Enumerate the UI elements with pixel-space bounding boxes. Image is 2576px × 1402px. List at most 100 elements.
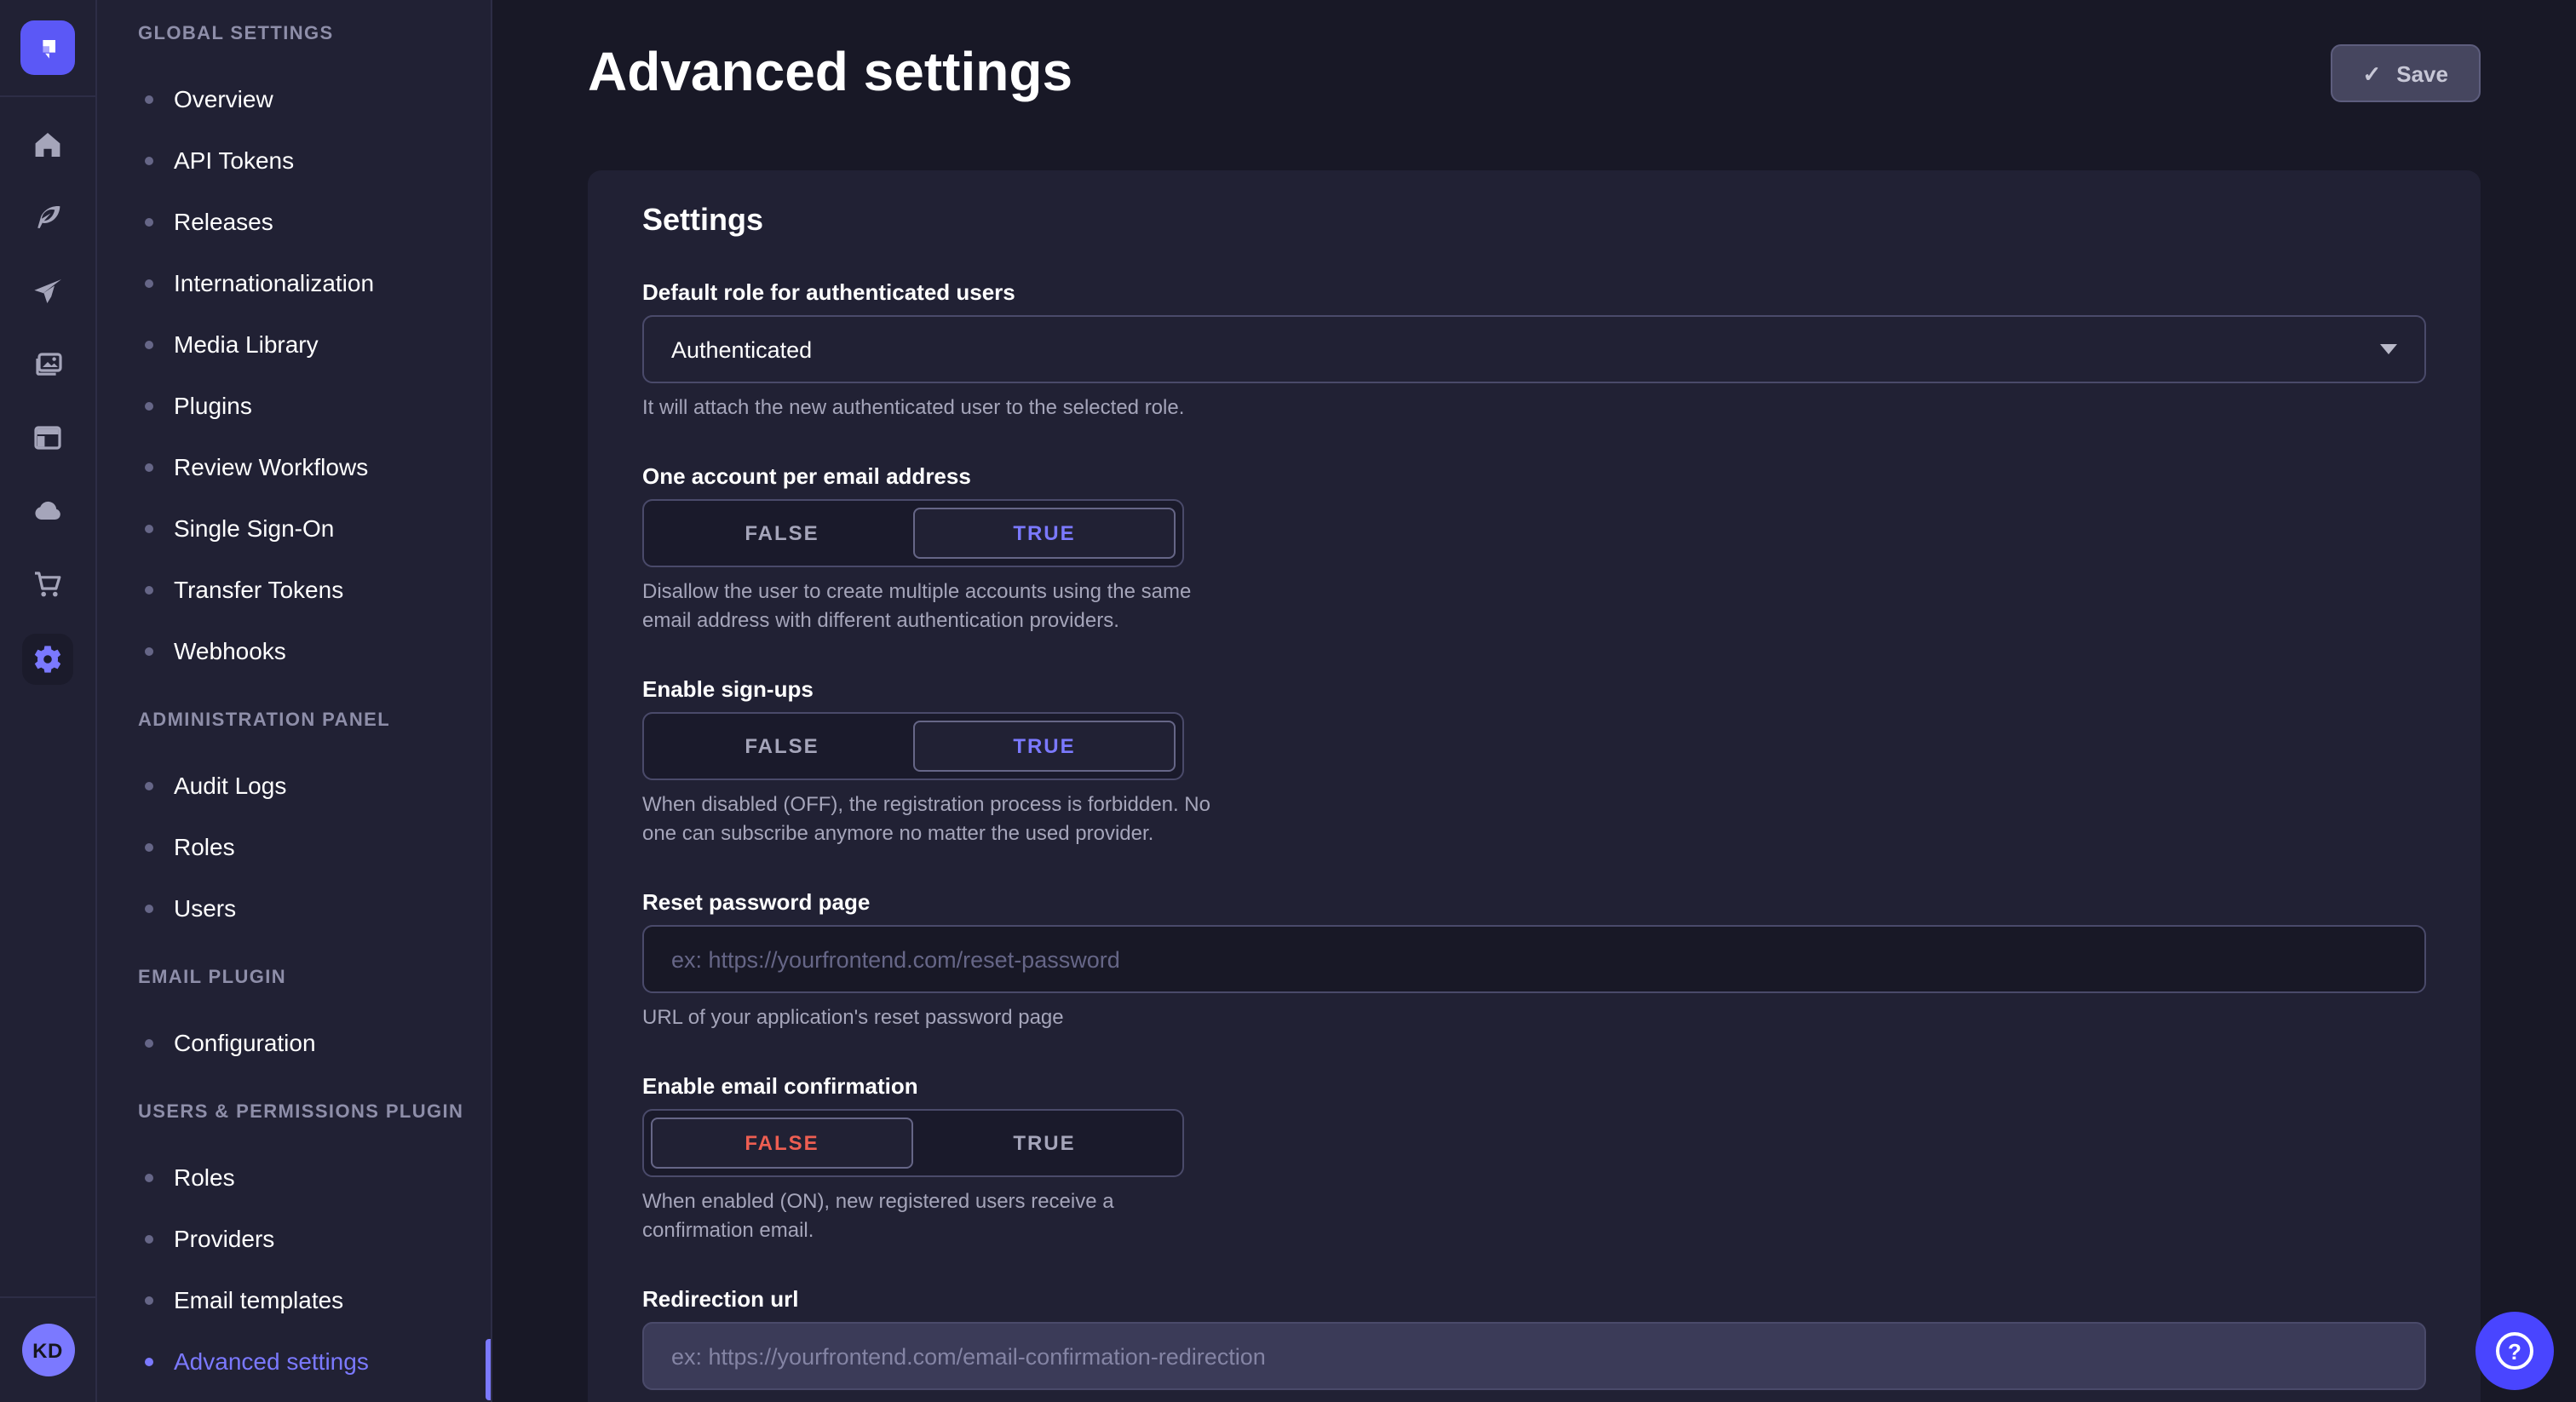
feather-icon[interactable] xyxy=(24,194,72,242)
boolean-toggle: FALSETRUE xyxy=(642,1109,1184,1177)
sidebar-item-media-library[interactable]: Media Library xyxy=(97,313,491,375)
home-icon[interactable] xyxy=(24,121,72,169)
sidebar-item-users[interactable]: Users xyxy=(97,877,491,939)
bullet-icon xyxy=(145,1173,153,1181)
field-hint: It will attach the new authenticated use… xyxy=(642,394,2426,422)
sidebar-item-label: Review Workflows xyxy=(174,453,368,480)
active-item-indicator xyxy=(486,1339,491,1400)
nav-section-list: Configuration xyxy=(97,1012,491,1073)
settings-fields: Default role for authenticated users Auth… xyxy=(642,279,2426,1390)
sidebar-item-label: Configuration xyxy=(174,1029,316,1056)
bullet-icon xyxy=(145,585,153,594)
nav-section-header: ADMINISTRATION PANEL xyxy=(97,710,491,731)
sidebar-item-label: Webhooks xyxy=(174,637,286,664)
sidebar-item-overview[interactable]: Overview xyxy=(97,68,491,129)
field-label: Default role for authenticated users xyxy=(642,279,2426,307)
sidebar-item-providers[interactable]: Providers xyxy=(97,1208,491,1269)
sidebar-item-internationalization[interactable]: Internationalization xyxy=(97,252,491,313)
sidebar-item-label: Roles xyxy=(174,833,235,860)
field-one-account-per-email-address: One account per email address FALSETRUE Di… xyxy=(642,463,2426,635)
save-button-label: Save xyxy=(2396,60,2448,86)
sidebar-item-advanced-settings[interactable]: Advanced settings xyxy=(97,1330,491,1392)
field-hint: When enabled (ON), new registered users … xyxy=(642,1187,1215,1245)
nav-section-list: Audit Logs Roles Users xyxy=(97,755,491,939)
toggle-option-true[interactable]: TRUE xyxy=(913,1118,1176,1169)
toggle-option-false[interactable]: FALSE xyxy=(651,1118,913,1169)
rail-user-area: KD xyxy=(0,1296,95,1402)
sidebar-item-label: Advanced settings xyxy=(174,1347,369,1375)
sidebar-item-configuration[interactable]: Configuration xyxy=(97,1012,491,1073)
bullet-icon xyxy=(145,463,153,471)
sidebar-item-label: Internationalization xyxy=(174,269,374,296)
bullet-icon xyxy=(145,646,153,655)
cart-icon[interactable] xyxy=(24,560,72,608)
bullet-icon xyxy=(145,156,153,164)
cloud-icon[interactable] xyxy=(24,487,72,535)
sidebar-item-label: API Tokens xyxy=(174,147,294,174)
paper-plane-icon[interactable] xyxy=(24,267,72,315)
sidebar-item-email-templates[interactable]: Email templates xyxy=(97,1269,491,1330)
sidebar-item-single-sign-on[interactable]: Single Sign-On xyxy=(97,497,491,559)
settings-sidebar: GLOBAL SETTINGS Overview API Tokens Release… xyxy=(97,0,492,1402)
field-label: Enable sign-ups xyxy=(642,676,2426,704)
field-label: One account per email address xyxy=(642,463,2426,491)
toggle-option-false[interactable]: FALSE xyxy=(651,508,913,559)
settings-gear-icon[interactable] xyxy=(24,635,72,683)
sidebar-item-releases[interactable]: Releases xyxy=(97,191,491,252)
sidebar-item-transfer-tokens[interactable]: Transfer Tokens xyxy=(97,559,491,620)
field-hint: Disallow the user to create multiple acc… xyxy=(642,577,1215,635)
toggle-option-true[interactable]: TRUE xyxy=(913,508,1176,559)
sidebar-item-audit-logs[interactable]: Audit Logs xyxy=(97,755,491,816)
bullet-icon xyxy=(145,279,153,287)
rail-logo-area xyxy=(0,0,95,97)
sidebar-item-label: Media Library xyxy=(174,330,319,358)
bullet-icon xyxy=(145,401,153,410)
checkmark-icon: ✓ xyxy=(2362,62,2381,84)
help-button[interactable]: ? xyxy=(2475,1312,2554,1390)
toggle-option-false[interactable]: FALSE xyxy=(651,721,913,772)
chevron-down-icon xyxy=(2380,344,2397,354)
field-label: Enable email confirmation xyxy=(642,1073,2426,1100)
layout-icon[interactable] xyxy=(24,414,72,462)
field-default-role-for-authenticated-users: Default role for authenticated users Auth… xyxy=(642,279,2426,422)
panel-heading: Settings xyxy=(642,201,2426,238)
role-select[interactable]: Authenticated xyxy=(642,315,2426,383)
sidebar-item-label: Providers xyxy=(174,1225,274,1252)
sidebar-item-roles[interactable]: Roles xyxy=(97,1146,491,1208)
sidebar-item-review-workflows[interactable]: Review Workflows xyxy=(97,436,491,497)
strapi-logo-icon[interactable] xyxy=(20,20,75,75)
sidebar-item-api-tokens[interactable]: API Tokens xyxy=(97,129,491,191)
rail-icon-list xyxy=(22,97,73,685)
nav-section-header: EMAIL PLUGIN xyxy=(97,968,491,988)
sidebar-item-label: Plugins xyxy=(174,392,252,419)
boolean-toggle: FALSETRUE xyxy=(642,712,1184,780)
sidebar-item-label: Roles xyxy=(174,1164,235,1191)
bullet-icon xyxy=(145,1234,153,1243)
reset-password-page-input[interactable] xyxy=(642,925,2426,993)
bullet-icon xyxy=(145,340,153,348)
page-title: Advanced settings xyxy=(588,41,1072,102)
nav-section-header: GLOBAL SETTINGS xyxy=(97,24,491,44)
save-button[interactable]: ✓ Save xyxy=(2330,44,2481,102)
toggle-option-true[interactable]: TRUE xyxy=(913,721,1176,772)
nav-section-header: USERS & PERMISSIONS PLUGIN xyxy=(97,1102,491,1123)
question-mark-icon: ? xyxy=(2496,1332,2533,1370)
field-label: Reset password page xyxy=(642,889,2426,916)
sidebar-item-plugins[interactable]: Plugins xyxy=(97,375,491,436)
sidebar-item-label: Single Sign-On xyxy=(174,514,334,542)
nav-section-list: Roles Providers Email templates Advanced se… xyxy=(97,1146,491,1392)
field-redirection-url: Redirection url xyxy=(642,1286,2426,1390)
sidebar-item-roles[interactable]: Roles xyxy=(97,816,491,877)
media-library-icon[interactable] xyxy=(24,341,72,388)
rail-item-settings-gear-active[interactable] xyxy=(22,634,73,685)
sidebar-item-webhooks[interactable]: Webhooks xyxy=(97,620,491,681)
sidebar-item-label: Transfer Tokens xyxy=(174,576,343,603)
bullet-icon xyxy=(145,1357,153,1365)
icon-rail: KD xyxy=(0,0,97,1402)
sidebar-item-label: Users xyxy=(174,894,236,922)
field-hint: When disabled (OFF), the registration pr… xyxy=(642,790,1215,848)
redirection-url-input[interactable] xyxy=(642,1322,2426,1390)
sidebar-item-label: Releases xyxy=(174,208,273,235)
bullet-icon xyxy=(145,842,153,851)
user-avatar[interactable]: KD xyxy=(21,1324,74,1376)
